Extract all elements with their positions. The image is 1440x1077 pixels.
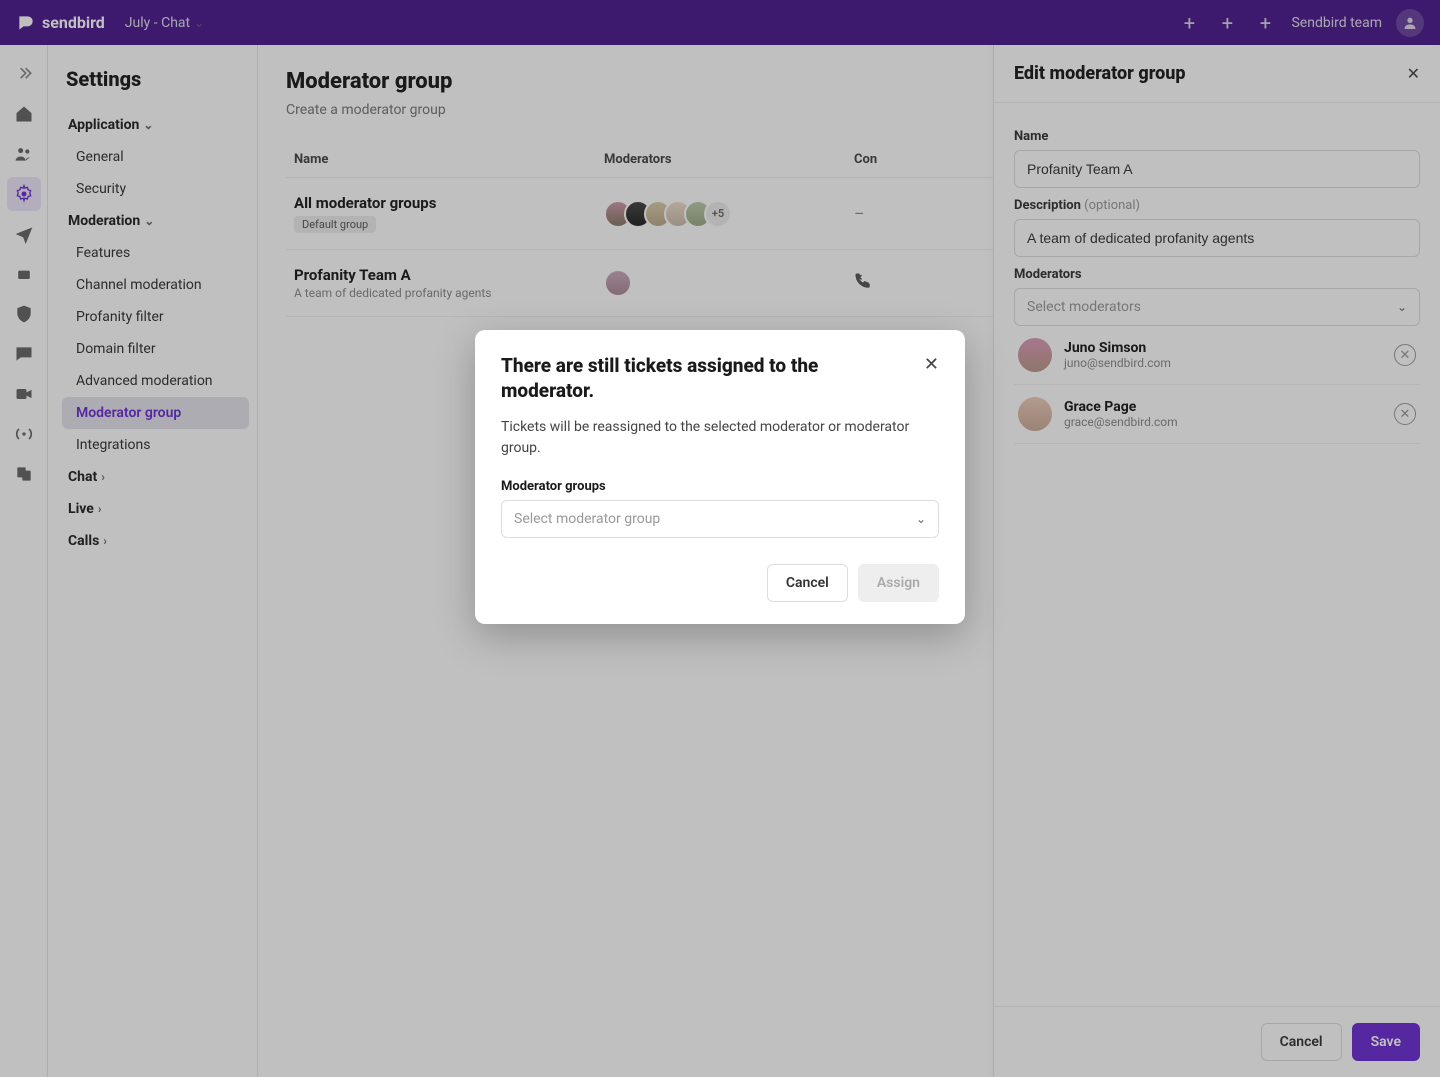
modal-body: Tickets will be reassigned to the select… bbox=[501, 417, 939, 459]
modal-assign-button[interactable]: Assign bbox=[858, 564, 939, 602]
chevron-down-icon: ⌄ bbox=[916, 512, 926, 526]
modal-scrim[interactable]: There are still tickets assigned to the … bbox=[0, 0, 1440, 1077]
modal-field-label: Moderator groups bbox=[501, 479, 939, 494]
modal: There are still tickets assigned to the … bbox=[475, 330, 965, 624]
modal-close-icon[interactable] bbox=[924, 354, 939, 375]
modal-cancel-button[interactable]: Cancel bbox=[767, 564, 848, 602]
modal-select-placeholder: Select moderator group bbox=[514, 511, 660, 527]
modal-title: There are still tickets assigned to the … bbox=[501, 354, 841, 403]
modal-moderator-group-select[interactable]: Select moderator group ⌄ bbox=[501, 500, 939, 538]
